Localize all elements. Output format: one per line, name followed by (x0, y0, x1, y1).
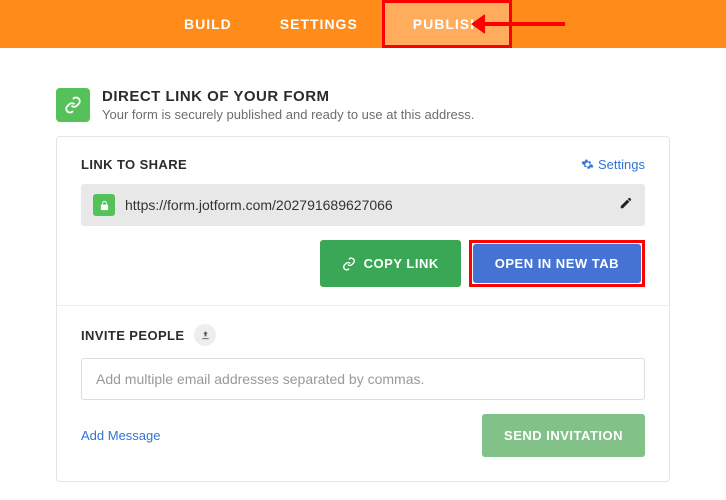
invite-email-input[interactable] (81, 358, 645, 400)
copy-link-button[interactable]: COPY LINK (320, 240, 461, 287)
section-title: DIRECT LINK OF YOUR FORM (102, 88, 474, 105)
copy-link-label: COPY LINK (364, 256, 439, 271)
open-tab-highlight: OPEN IN NEW TAB (469, 240, 645, 287)
link-icon (342, 257, 356, 271)
pencil-icon (619, 196, 633, 210)
invite-people-label: INVITE PEOPLE (81, 328, 184, 343)
form-url-text: https://form.jotform.com/202791689627066 (125, 197, 609, 213)
form-url-box[interactable]: https://form.jotform.com/202791689627066 (81, 184, 645, 226)
annotation-arrow (485, 22, 565, 26)
share-card: LINK TO SHARE Settings https://form.jotf… (56, 136, 670, 482)
add-message-link[interactable]: Add Message (81, 428, 161, 443)
gear-icon (581, 158, 594, 171)
share-settings-label: Settings (598, 157, 645, 172)
section-header: DIRECT LINK OF YOUR FORM Your form is se… (56, 88, 670, 122)
link-icon (56, 88, 90, 122)
card-divider (57, 305, 669, 306)
send-invitation-label: SEND INVITATION (504, 428, 623, 443)
lock-icon (93, 194, 115, 216)
section-subtitle: Your form is securely published and read… (102, 107, 474, 122)
share-settings-link[interactable]: Settings (581, 157, 645, 172)
send-invitation-button[interactable]: SEND INVITATION (482, 414, 645, 457)
link-to-share-label: LINK TO SHARE (81, 157, 187, 172)
tab-build[interactable]: BUILD (160, 0, 256, 48)
upload-icon (194, 324, 216, 346)
edit-url-button[interactable] (619, 196, 633, 215)
content-area: DIRECT LINK OF YOUR FORM Your form is se… (0, 48, 726, 482)
top-nav: BUILD SETTINGS PUBLISH (0, 0, 726, 48)
open-new-tab-label: OPEN IN NEW TAB (495, 256, 619, 271)
tab-settings[interactable]: SETTINGS (256, 0, 382, 48)
open-new-tab-button[interactable]: OPEN IN NEW TAB (473, 244, 641, 283)
